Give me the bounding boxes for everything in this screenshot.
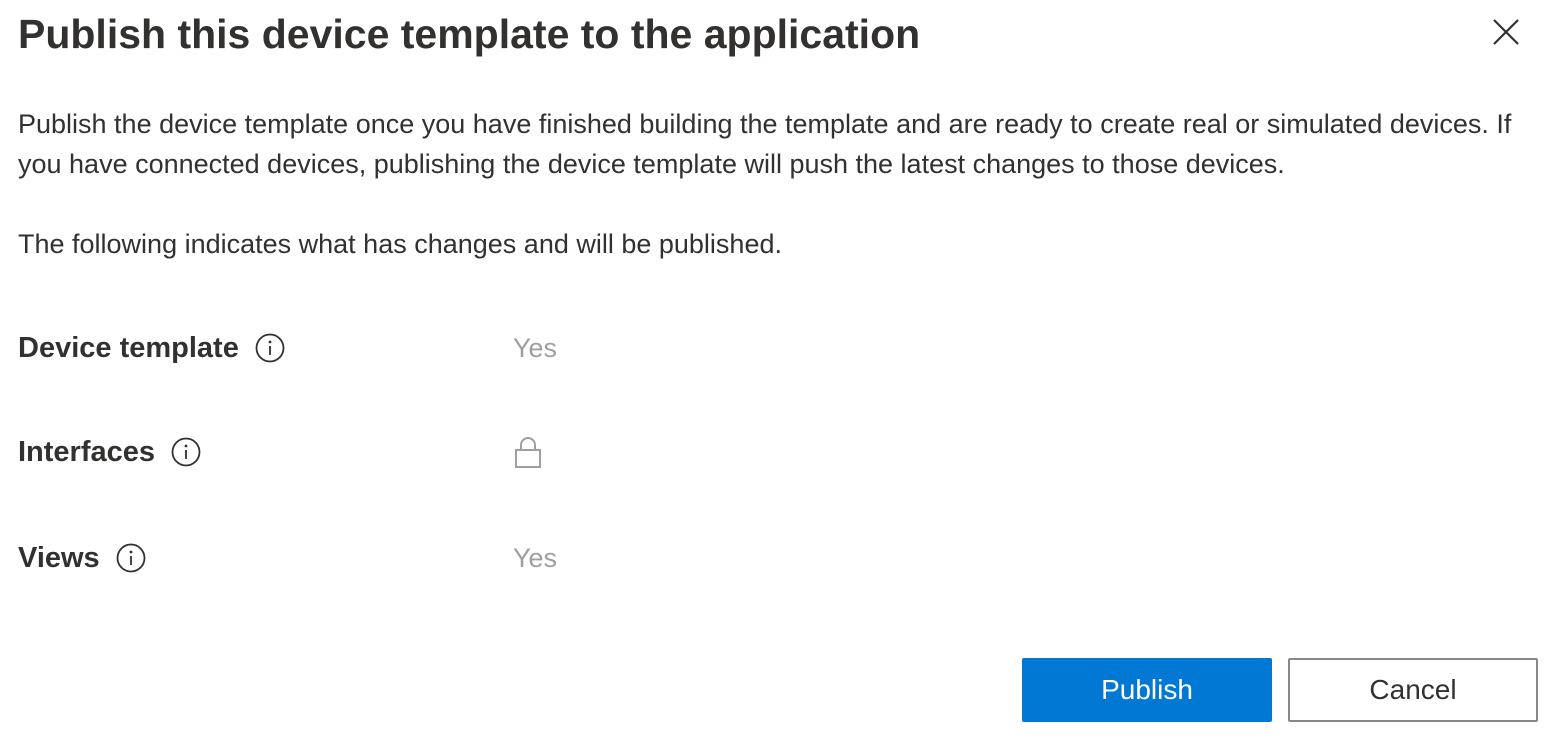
dialog-title: Publish this device template to the appl… bbox=[18, 11, 921, 57]
row-device-template: Device template Yes bbox=[18, 324, 818, 372]
row-value: Yes bbox=[513, 332, 558, 363]
row-value: Yes bbox=[513, 542, 558, 573]
info-icon[interactable] bbox=[171, 437, 201, 467]
publish-dialog: Publish this device template to the appl… bbox=[0, 0, 1552, 742]
row-label-container: Device template bbox=[18, 324, 285, 372]
row-value bbox=[513, 428, 543, 476]
row-interfaces: Interfaces bbox=[18, 428, 818, 476]
row-label: Views bbox=[18, 541, 100, 574]
row-label: Interfaces bbox=[18, 435, 156, 468]
dialog-description: Publish the device template once you hav… bbox=[18, 109, 1512, 179]
row-label-container: Views bbox=[18, 534, 146, 582]
cancel-button[interactable]: Cancel bbox=[1288, 658, 1538, 722]
row-label: Device template bbox=[18, 331, 239, 364]
row-label-container: Interfaces bbox=[18, 428, 201, 476]
row-views: Views Yes bbox=[18, 534, 818, 582]
publish-button[interactable]: Publish bbox=[1022, 658, 1272, 722]
dialog-subdescription: The following indicates what has changes… bbox=[18, 229, 782, 259]
lock-icon bbox=[515, 437, 541, 468]
info-icon[interactable] bbox=[116, 543, 146, 573]
close-button[interactable] bbox=[1484, 12, 1528, 52]
close-icon bbox=[1493, 19, 1519, 45]
info-icon[interactable] bbox=[255, 333, 285, 363]
